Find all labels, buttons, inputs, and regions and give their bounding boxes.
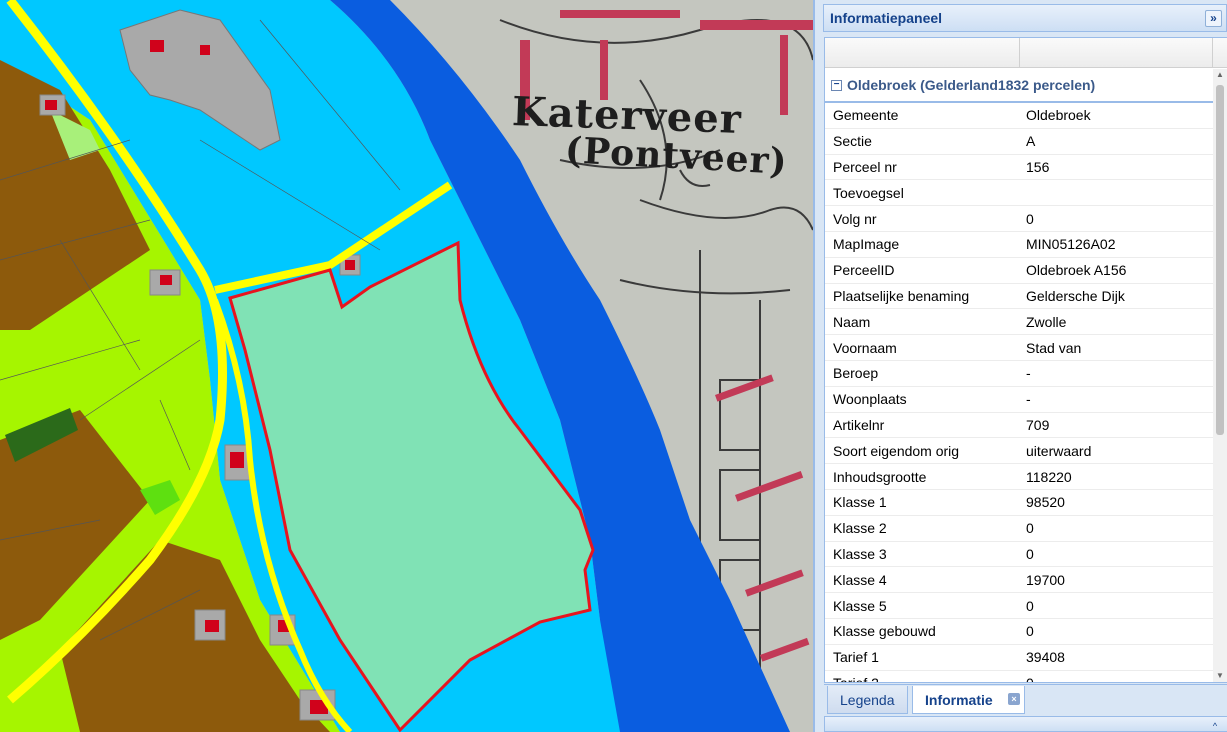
property-value: Oldebroek A156 <box>1026 262 1127 279</box>
table-row[interactable]: Klasse 3 0 <box>825 542 1214 568</box>
table-row[interactable]: Perceel nr 156 <box>825 155 1214 181</box>
grid-rows: Gemeente Oldebroek Sectie A Perceel nr 156 Toe… <box>825 103 1214 682</box>
property-key: Klasse 5 <box>833 597 887 614</box>
scroll-up-icon[interactable]: ▲ <box>1216 71 1224 79</box>
scroll-down-icon[interactable]: ▼ <box>1216 672 1224 680</box>
property-value: Zwolle <box>1026 313 1067 330</box>
property-key: Tarief 1 <box>833 649 879 666</box>
property-value: 118220 <box>1026 468 1072 485</box>
table-row[interactable]: Klasse 1 98520 <box>825 490 1214 516</box>
table-row[interactable]: Klasse 5 0 <box>825 593 1214 619</box>
table-row[interactable]: Beroep - <box>825 361 1214 387</box>
property-key: Klasse 1 <box>833 494 887 511</box>
table-row[interactable]: Inhoudsgrootte 118220 <box>825 464 1214 490</box>
property-value: 39408 <box>1026 649 1065 666</box>
table-row[interactable]: Woonplaats - <box>825 387 1214 413</box>
map-view[interactable]: Katerveer (Pontveer) <box>0 0 813 732</box>
property-value: Oldebroek <box>1026 107 1091 124</box>
property-key: Inhoudsgrootte <box>833 468 927 485</box>
property-value: 0 <box>1026 520 1034 537</box>
property-key: Artikelnr <box>833 416 885 433</box>
table-row[interactable]: Naam Zwolle <box>825 309 1214 336</box>
property-key: Klasse 4 <box>833 571 887 588</box>
table-row[interactable]: Plaatselijke benaming Geldersche Dijk <box>825 284 1214 310</box>
close-tab-icon[interactable]: × <box>1008 693 1020 705</box>
table-row[interactable]: Voornaam Stad van <box>825 335 1214 361</box>
bottom-panel-header: ^ <box>824 716 1227 732</box>
property-value: 709 <box>1026 416 1050 433</box>
tab-informatie-label: Informatie <box>925 691 993 708</box>
table-row[interactable]: Tarief 20 <box>825 671 1214 682</box>
property-key: Toevoegsel <box>833 184 904 201</box>
property-key: Klasse 3 <box>833 545 887 562</box>
tab-legenda-label: Legenda <box>840 691 895 708</box>
table-row[interactable]: Volg nr 0 <box>825 206 1214 232</box>
property-value: 0 <box>1026 545 1034 562</box>
property-key: Perceel nr <box>833 158 897 175</box>
scrollbar-thumb[interactable] <box>1216 85 1224 435</box>
property-key: MapImage <box>833 236 900 253</box>
property-value: 0 <box>1026 623 1034 640</box>
panel-header: Informatiepaneel » <box>823 4 1227 32</box>
expand-up-icon[interactable]: ^ <box>1209 720 1221 732</box>
property-value: 0 <box>1018 675 1208 682</box>
property-value: 156 <box>1026 158 1050 175</box>
property-key: Sectie <box>833 133 872 150</box>
property-value: Stad van <box>1026 339 1082 356</box>
table-row[interactable]: Klasse 4 19700 <box>825 567 1214 594</box>
property-key: Klasse 2 <box>833 520 887 537</box>
property-key: Tarief 2 <box>825 675 1018 682</box>
table-row[interactable]: Gemeente Oldebroek <box>825 103 1214 129</box>
panel-title: Informatiepaneel <box>830 10 943 26</box>
property-key: Volg nr <box>833 210 877 227</box>
property-value: 0 <box>1026 597 1034 614</box>
property-key: Klasse gebouwd <box>833 623 936 640</box>
property-value: A <box>1026 133 1036 150</box>
collapse-group-icon[interactable]: − <box>831 79 842 91</box>
property-key: Woonplaats <box>833 391 907 408</box>
table-row[interactable]: MapImage MIN05126A02 <box>825 232 1214 258</box>
table-row[interactable]: Toevoegsel <box>825 180 1214 207</box>
property-value: - <box>1026 391 1031 408</box>
property-value: 19700 <box>1026 571 1065 588</box>
property-key: Gemeente <box>833 107 899 124</box>
group-title: Oldebroek (Gelderland1832 percelen) <box>847 77 1096 93</box>
vertical-scrollbar[interactable]: ▲ ▼ <box>1213 69 1227 682</box>
property-value: 98520 <box>1026 494 1065 511</box>
column-header-key[interactable] <box>825 38 1020 68</box>
tab-bar: Legenda Informatie × <box>824 684 1227 714</box>
property-key: Plaatselijke benaming <box>833 287 970 304</box>
grid-column-header <box>825 38 1227 68</box>
property-value: Geldersche Dijk <box>1026 287 1125 304</box>
property-key: Voornaam <box>833 339 897 356</box>
group-header[interactable]: − Oldebroek (Gelderland1832 percelen) <box>825 69 1214 103</box>
table-row[interactable]: Artikelnr 709 <box>825 413 1214 439</box>
property-key: Soort eigendom orig <box>833 442 960 459</box>
column-header-value[interactable] <box>1020 38 1213 68</box>
property-key: Beroep <box>833 365 879 382</box>
property-value: MIN05126A02 <box>1026 236 1116 253</box>
table-row[interactable]: Klasse 2 0 <box>825 516 1214 542</box>
property-key: Naam <box>833 313 871 330</box>
table-row[interactable]: Tarief 1 39408 <box>825 645 1214 671</box>
information-panel: Informatiepaneel » − Oldebroek (Gelderla… <box>813 0 1227 732</box>
table-row[interactable]: Sectie A <box>825 129 1214 155</box>
property-value: - <box>1026 365 1031 382</box>
table-row[interactable]: PerceelID Oldebroek A156 <box>825 258 1214 284</box>
property-grid: − Oldebroek (Gelderland1832 percelen) Ge… <box>824 37 1227 683</box>
grid-scroll-area[interactable]: − Oldebroek (Gelderland1832 percelen) Ge… <box>825 69 1214 682</box>
table-row[interactable]: Soort eigendom orig uiterwaard <box>825 438 1214 465</box>
table-row[interactable]: Klasse gebouwd 0 <box>825 619 1214 645</box>
property-key: PerceelID <box>833 262 895 279</box>
property-value: uiterwaard <box>1026 442 1092 459</box>
tab-legenda[interactable]: Legenda <box>827 686 908 714</box>
collapse-panel-button[interactable]: » <box>1205 10 1222 27</box>
tab-informatie[interactable]: Informatie × <box>912 686 1025 714</box>
property-value: 0 <box>1026 210 1034 227</box>
